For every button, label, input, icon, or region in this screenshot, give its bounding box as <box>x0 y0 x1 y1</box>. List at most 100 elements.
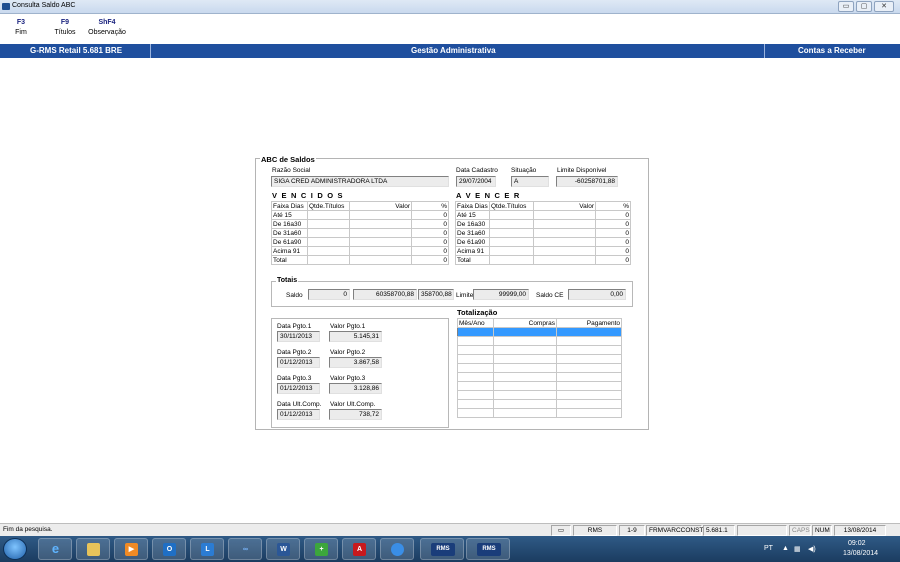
totais-title: Totais <box>276 277 299 284</box>
data-pgto3-label: Data Pgto.3 <box>277 375 312 382</box>
rms-icon: RMS <box>431 543 455 556</box>
tray-arrow-icon[interactable]: ▲ <box>782 545 789 552</box>
faixa-cell: De 16a30 <box>271 219 308 229</box>
limite-disponivel-label: Limite Disponível <box>557 167 607 174</box>
word-taskbar-button[interactable]: W <box>266 538 300 560</box>
app-icon: ∞ <box>243 546 248 553</box>
minimize-button[interactable]: ▭ <box>838 1 854 12</box>
globe-taskbar-button[interactable] <box>380 538 414 560</box>
table-row-selected[interactable] <box>457 327 622 337</box>
status-message: Fim da pesquisa. <box>3 526 53 533</box>
saldo-field-1[interactable]: 0 <box>308 289 350 300</box>
pdf-taskbar-button[interactable]: A <box>342 538 376 560</box>
table-row[interactable]: Total 0 <box>271 255 449 265</box>
module-bar: G-RMS Retail 5.681 BRE Gestão Administra… <box>0 44 900 58</box>
razao-field[interactable]: SIGA CRED ADMINISTRADORA LTDA <box>271 176 449 187</box>
col-mes-ano[interactable]: Mês/Ano <box>457 318 494 328</box>
valor-pgto2-field[interactable]: 3.867,58 <box>329 357 382 368</box>
valor-pgto3-field[interactable]: 3.128,86 <box>329 383 382 394</box>
lync-taskbar-button[interactable]: L <box>190 538 224 560</box>
taskbar: e ▶ O L ∞ W + A RMS RMS PT ▲ ▦ ◀) 09:02 … <box>0 536 900 562</box>
table-row[interactable]: De 31a60 0 <box>271 228 449 238</box>
ie-taskbar-button[interactable]: e <box>38 538 72 560</box>
valor-pgto1-field[interactable]: 5.145,31 <box>329 331 382 342</box>
col-valor[interactable]: Valor <box>533 201 596 211</box>
start-button[interactable] <box>3 538 27 560</box>
pct-cell: 0 <box>595 219 631 229</box>
col-valor[interactable]: Valor <box>349 201 412 211</box>
pct-cell: 0 <box>595 210 631 220</box>
media-taskbar-button[interactable]: ▶ <box>114 538 148 560</box>
maximize-button[interactable]: ▢ <box>856 1 872 12</box>
shf4-observacao-button[interactable]: ShF4 Observação <box>87 19 127 36</box>
situacao-field[interactable]: A <box>511 176 549 187</box>
volume-icon[interactable]: ◀) <box>808 545 816 553</box>
status-bar: Fim da pesquisa. ▭ RMS 1-9 FRMVARCCONST … <box>0 523 900 536</box>
table-row[interactable]: De 61a90 0 <box>271 237 449 247</box>
table-row[interactable]: De 31a60 0 <box>455 228 631 238</box>
col-pct[interactable]: % <box>411 201 449 211</box>
table-row[interactable]: Total 0 <box>455 255 631 265</box>
close-button[interactable]: ✕ <box>874 1 894 12</box>
rms-taskbar-button-2[interactable]: RMS <box>466 538 510 560</box>
data-cadastro-label: Data Cadastro <box>456 167 498 174</box>
data-ult-comp-field[interactable]: 01/12/2013 <box>277 409 320 420</box>
saldo-field-3[interactable]: 358700,88 <box>418 289 454 300</box>
data-pgto1-field[interactable]: 30/11/2013 <box>277 331 320 342</box>
table-row[interactable]: De 16a30 0 <box>271 219 449 229</box>
system-version: G-RMS Retail 5.681 BRE <box>30 46 123 55</box>
col-qtde[interactable]: Qtde.Títulos <box>307 201 350 211</box>
f3-fim-button[interactable]: F3 Fim <box>1 19 41 36</box>
table-row[interactable] <box>457 408 622 418</box>
saldo-ce-label: Saldo CE <box>536 292 564 299</box>
col-compras[interactable]: Compras <box>493 318 557 328</box>
status-pages: 1-9 <box>619 525 645 536</box>
status-empty <box>737 525 787 536</box>
saldo-ce-field[interactable]: 0,00 <box>568 289 626 300</box>
limite-disponivel-field[interactable]: -60258701,88 <box>556 176 618 187</box>
table-row[interactable] <box>457 345 622 355</box>
table-row[interactable] <box>457 372 622 382</box>
language-indicator[interactable]: PT <box>764 545 773 552</box>
col-faixa[interactable]: Faixa Dias <box>271 201 308 211</box>
table-row[interactable]: Acima 91 0 <box>455 246 631 256</box>
valor-pgto1-label: Valor Pgto.1 <box>330 323 366 330</box>
data-pgto2-field[interactable]: 01/12/2013 <box>277 357 320 368</box>
table-row[interactable] <box>457 354 622 364</box>
col-faixa[interactable]: Faixa Dias <box>455 201 490 211</box>
col-pagamento[interactable]: Pagamento <box>556 318 622 328</box>
table-row[interactable]: Até 15 0 <box>271 210 449 220</box>
table-row[interactable]: De 61a90 0 <box>455 237 631 247</box>
col-qtde[interactable]: Qtde.Títulos <box>489 201 534 211</box>
valor-ult-comp-field[interactable]: 738,72 <box>329 409 382 420</box>
table-row[interactable] <box>457 390 622 400</box>
table-row[interactable] <box>457 336 622 346</box>
globe-icon <box>391 543 404 556</box>
pagamentos-group: Data Pgto.1 Valor Pgto.1 30/11/2013 5.14… <box>271 318 449 428</box>
explorer-taskbar-button[interactable] <box>76 538 110 560</box>
pct-cell: 0 <box>595 246 631 256</box>
table-row[interactable] <box>457 399 622 409</box>
totais-group: Totais Saldo 0 60358700,88 358700,88 Lim… <box>271 277 633 307</box>
table-row[interactable] <box>457 363 622 373</box>
install-taskbar-button[interactable]: + <box>304 538 338 560</box>
outlook-taskbar-button[interactable]: O <box>152 538 186 560</box>
vencidos-heading: V E N C I D O S <box>272 191 344 200</box>
function-key-bar: F3 Fim F9 Títulos ShF4 Observação <box>0 14 900 44</box>
data-pgto3-field[interactable]: 01/12/2013 <box>277 383 320 394</box>
saldo-field-2[interactable]: 60358700,88 <box>353 289 417 300</box>
data-cadastro-field[interactable]: 29/07/2004 <box>456 176 496 187</box>
data-ult-comp-label: Data Ult.Comp. <box>277 401 322 408</box>
table-row[interactable]: De 16a30 0 <box>455 219 631 229</box>
table-row[interactable]: Acima 91 0 <box>271 246 449 256</box>
limite-field[interactable]: 99999,00 <box>473 289 529 300</box>
app-taskbar-button[interactable]: ∞ <box>228 538 262 560</box>
network-icon[interactable]: ▦ <box>794 545 801 553</box>
rms-taskbar-button-1[interactable]: RMS <box>420 538 464 560</box>
clock-time[interactable]: 09:02 <box>848 540 866 547</box>
table-row[interactable] <box>457 381 622 391</box>
col-pct[interactable]: % <box>595 201 631 211</box>
clock-date[interactable]: 13/08/2014 <box>843 550 878 557</box>
table-row[interactable]: Até 15 0 <box>455 210 631 220</box>
f9-titulos-button[interactable]: F9 Títulos <box>45 19 85 36</box>
